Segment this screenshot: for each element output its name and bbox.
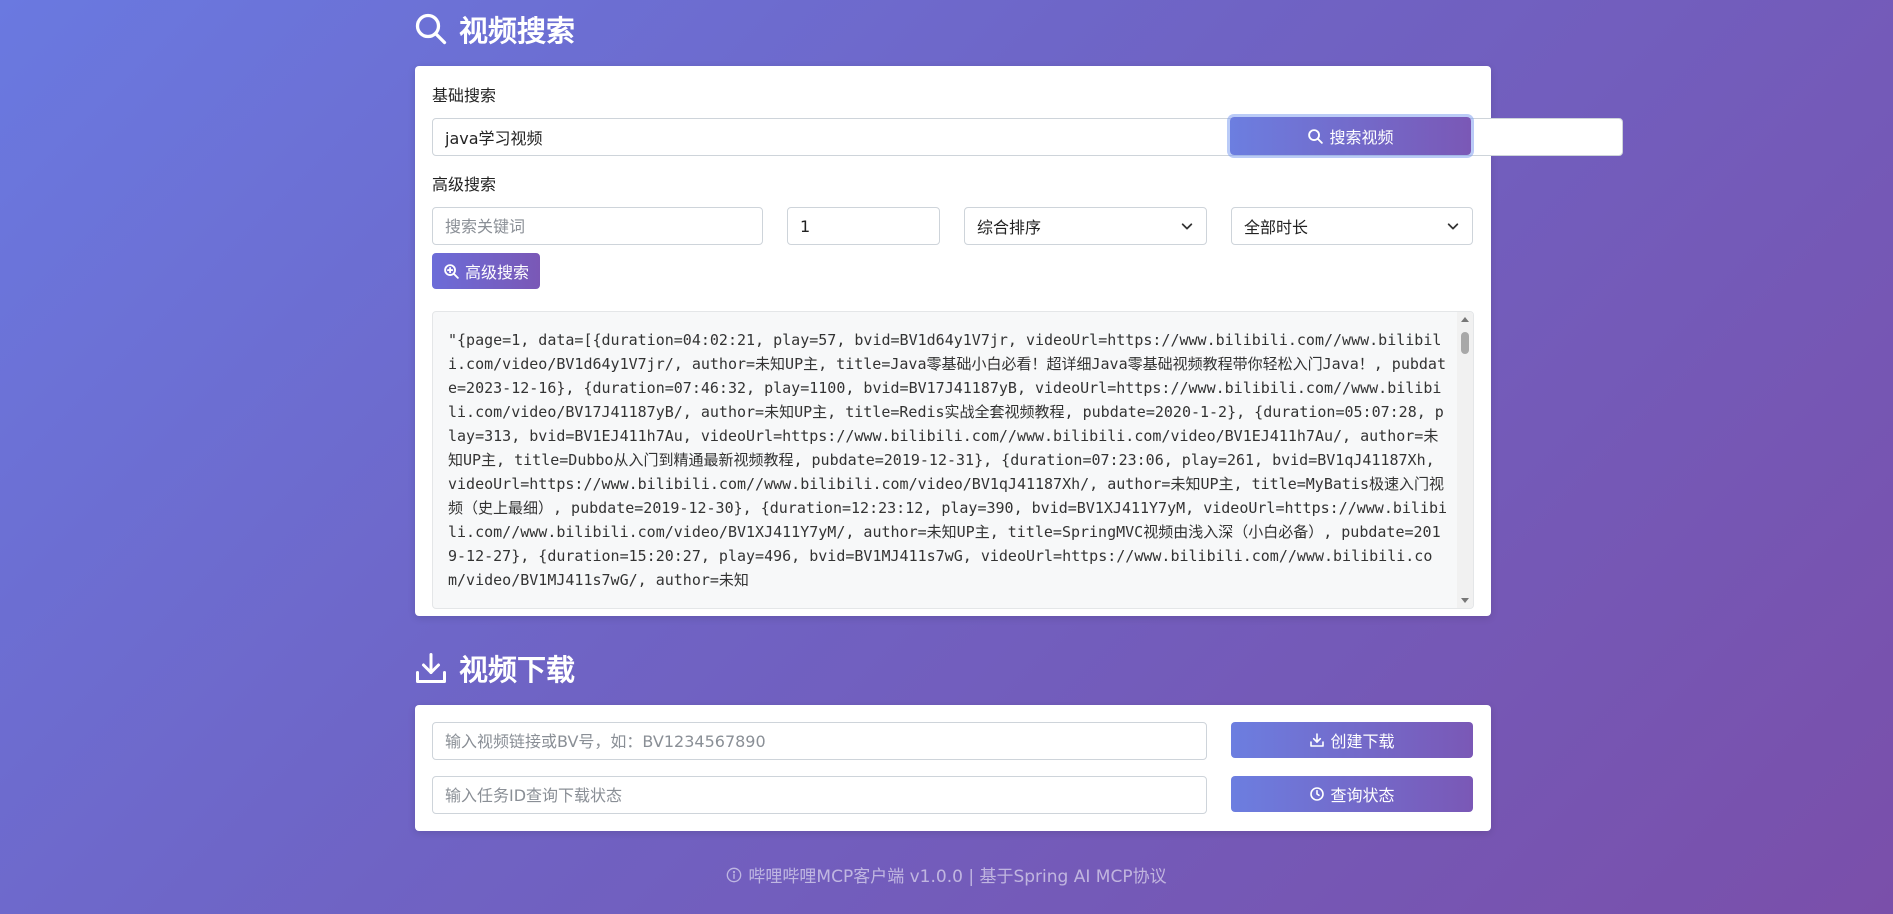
search-icon	[415, 13, 447, 45]
scroll-thumb[interactable]	[1461, 332, 1469, 354]
search-section-title-text: 视频搜索	[459, 14, 576, 48]
search-card: 基础搜索 搜索视频 高级搜索 综合排序 全部时长 高级搜索 "{page=	[415, 66, 1623, 616]
scroll-up-arrow-icon[interactable]	[1461, 317, 1469, 322]
create-download-button-label: 创建下载	[1330, 732, 1395, 751]
search-section-title: 视频搜索	[413, 9, 575, 49]
download-section-title: 视频下载	[413, 648, 575, 688]
scroll-down-arrow-icon[interactable]	[1461, 598, 1469, 603]
advanced-search-button[interactable]: 高级搜索	[432, 253, 540, 289]
search-icon	[1308, 128, 1324, 144]
download-icon	[416, 653, 446, 683]
search-result-box[interactable]: "{page=1, data=[{duration=04:02:21, play…	[432, 311, 1474, 609]
advanced-search-label: 高级搜索	[432, 175, 497, 194]
footer-text: 哔哩哔哩MCP客户端 v1.0.0 | 基于Spring AI MCP协议	[748, 867, 1167, 887]
query-status-button-label: 查询状态	[1330, 786, 1395, 805]
clock-icon	[1310, 787, 1325, 801]
basic-search-label: 基础搜索	[432, 86, 497, 105]
chevron-down-icon	[1181, 223, 1193, 230]
duration-select-value: 全部时长	[1244, 218, 1309, 237]
zoom-in-icon	[444, 263, 459, 279]
duration-select[interactable]: 全部时长	[1231, 207, 1473, 245]
create-download-button[interactable]: 创建下载	[1231, 722, 1473, 758]
page-input[interactable]	[787, 207, 940, 245]
download-card: 创建下载 查询状态	[415, 705, 1491, 831]
query-status-button[interactable]: 查询状态	[1231, 776, 1473, 812]
download-section-title-text: 视频下载	[459, 653, 576, 687]
sort-select-value: 综合排序	[977, 218, 1042, 237]
task-id-input[interactable]	[432, 776, 1207, 814]
chevron-down-icon	[1447, 223, 1459, 230]
download-icon	[1310, 733, 1325, 747]
keyword-input[interactable]	[432, 207, 763, 245]
info-icon	[727, 867, 742, 882]
footer: 哔哩哔哩MCP客户端 v1.0.0 | 基于Spring AI MCP协议	[0, 862, 1893, 887]
advanced-search-button-label: 高级搜索	[464, 263, 529, 282]
search-video-button[interactable]: 搜索视频	[1230, 117, 1471, 155]
result-scrollbar[interactable]	[1457, 312, 1473, 608]
search-result-text: "{page=1, data=[{duration=04:02:21, play…	[448, 331, 1448, 589]
search-video-button-label: 搜索视频	[1329, 128, 1394, 147]
video-url-input[interactable]	[432, 722, 1207, 760]
sort-select[interactable]: 综合排序	[964, 207, 1207, 245]
